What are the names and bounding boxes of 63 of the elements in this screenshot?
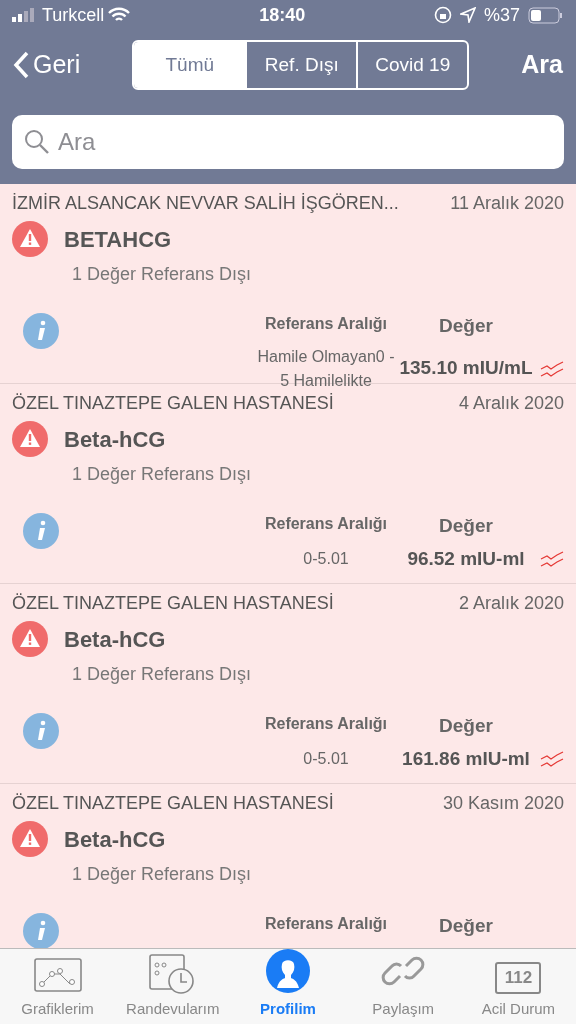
test-name: BETAHCG: [64, 225, 172, 254]
search-button[interactable]: Ara: [520, 45, 564, 85]
out-of-range-note: 1 Değer Referans Dışı: [72, 863, 253, 886]
info-icon[interactable]: [22, 712, 60, 750]
test-name: Beta-hCG: [64, 625, 166, 654]
chevron-left-icon: [13, 51, 29, 79]
tab-bar-item[interactable]: 112 Acil Durum: [460, 949, 576, 1024]
reference-range: 0-5.01: [303, 749, 349, 767]
test-name: Beta-hCG: [64, 425, 166, 454]
search-icon: [24, 129, 50, 155]
trend-chart-icon[interactable]: [540, 549, 564, 568]
back-button[interactable]: Geri: [12, 45, 82, 85]
out-of-range-note: 1 Değer Referans Dışı: [72, 263, 253, 286]
result-value: 135.10 mIU/mL: [399, 357, 533, 379]
carrier-name: Turkcell: [42, 3, 105, 27]
out-of-range-note: 1 Değer Referans Dışı: [72, 663, 253, 686]
result-date: 4 Aralık 2020: [458, 392, 564, 415]
info-icon[interactable]: [22, 512, 60, 550]
info-icon[interactable]: [22, 312, 60, 350]
warning-icon: [12, 621, 48, 657]
info-icon[interactable]: [22, 912, 60, 948]
value-label: Değer: [439, 315, 493, 336]
location-arrow-icon: [459, 7, 476, 23]
hospital-name: İZMİR ALSANCAK NEVVAR SALİH İŞGÖREN...: [12, 192, 399, 215]
trend-chart-icon[interactable]: [540, 749, 564, 768]
range-label: Referans Aralığı: [264, 915, 388, 932]
tab-bar-item[interactable]: Paylaşım: [345, 949, 461, 1024]
result-date: 2 Aralık 2020: [458, 592, 564, 615]
tab-bar-item[interactable]: Profilim: [230, 949, 346, 1024]
warning-icon: [12, 821, 48, 857]
result-value: 161.86 mIU-ml: [402, 747, 530, 769]
value-label: Değer: [439, 715, 493, 736]
battery-icon: [528, 6, 564, 24]
rotation-lock-icon: [433, 6, 452, 24]
trend-chart-icon[interactable]: [540, 359, 564, 378]
result-date: 11 Aralık 2020: [450, 192, 564, 215]
value-label: Değer: [439, 915, 493, 936]
tab-bar-item[interactable]: Grafiklerim: [0, 949, 116, 1024]
segment-tab[interactable]: Covid 19: [356, 42, 468, 88]
line-chart-icon: [33, 957, 82, 994]
hospital-name: ÖZEL TINAZTEPE GALEN HASTANESİ: [12, 792, 334, 815]
test-name: Beta-hCG: [64, 825, 166, 854]
hospital-name: ÖZEL TINAZTEPE GALEN HASTANESİ: [12, 592, 334, 615]
reference-range: Hamile Olmayan0 - 5 Hamilelikte: [257, 347, 395, 389]
warning-icon: [12, 221, 48, 257]
status-time: 18:40: [259, 3, 306, 27]
out-of-range-note: 1 Değer Referans Dışı: [72, 463, 253, 486]
hospital-name: ÖZEL TINAZTEPE GALEN HASTANESİ: [12, 392, 334, 415]
value-label: Değer: [439, 515, 493, 536]
range-label: Referans Aralığı: [264, 515, 388, 532]
emergency-number-icon: 112: [495, 961, 542, 994]
segment-tab[interactable]: Ref. Dışı: [245, 42, 357, 88]
segment-tab[interactable]: Tümü: [134, 42, 246, 88]
warning-icon: [12, 421, 48, 457]
range-label: Referans Aralığı: [264, 715, 388, 732]
tab-bar-item[interactable]: Randevularım: [115, 949, 231, 1024]
result-value: 96.52 mIU-ml: [407, 547, 525, 569]
range-label: Referans Aralığı: [264, 315, 388, 332]
result-date: 30 Kasım 2020: [442, 792, 564, 815]
wifi-icon: [108, 7, 131, 23]
search-field[interactable]: Ara: [12, 115, 564, 169]
battery-percent: %37: [483, 3, 520, 27]
reference-range: 0-5.01: [303, 549, 349, 567]
